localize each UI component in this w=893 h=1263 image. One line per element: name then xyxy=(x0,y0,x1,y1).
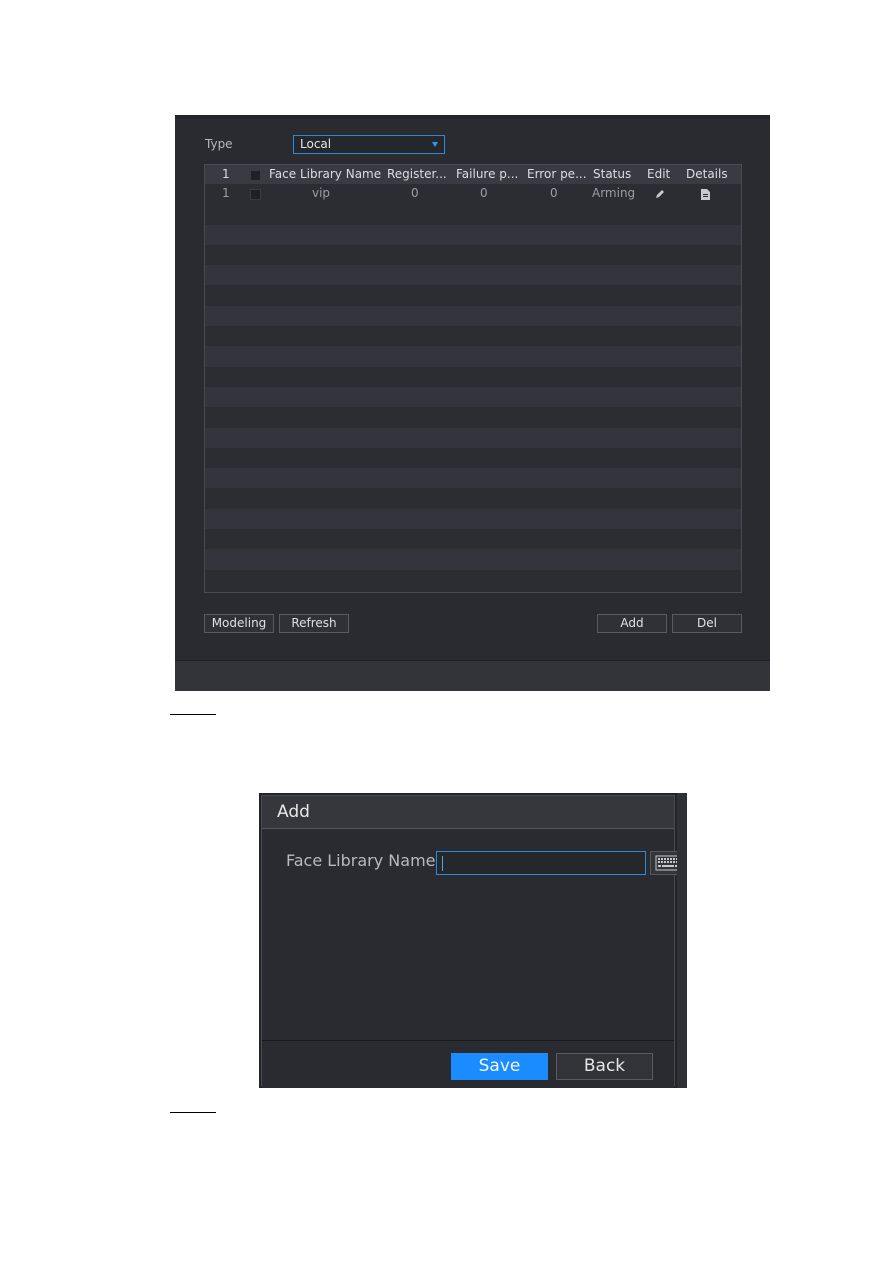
step-underline xyxy=(170,1112,216,1113)
add-dialog: Add Face Library Name Save Back xyxy=(259,793,687,1088)
row-failure: 0 xyxy=(480,186,488,200)
table-row-empty xyxy=(205,570,741,590)
header-status[interactable]: Status xyxy=(593,165,631,184)
table-row[interactable]: 1 vip 0 0 0 Arming xyxy=(205,184,741,204)
table-row-empty xyxy=(205,427,741,448)
select-all-checkbox[interactable] xyxy=(250,170,261,181)
row-error: 0 xyxy=(550,186,558,200)
modeling-button[interactable]: Modeling xyxy=(204,614,274,633)
face-library-name-input[interactable] xyxy=(436,851,646,875)
panel-footer-bar xyxy=(175,660,770,691)
header-details: Details xyxy=(686,167,728,181)
table-row-empty xyxy=(205,549,741,570)
table-row-empty xyxy=(205,448,741,468)
table-row-empty xyxy=(205,204,741,224)
panel-top-strip xyxy=(175,115,770,119)
face-library-panel: Type Local 1 Face Library Name Register.… xyxy=(175,115,770,691)
dialog-footer: Save Back xyxy=(262,1040,674,1088)
refresh-button[interactable]: Refresh xyxy=(279,614,349,633)
header-index: 1 xyxy=(222,167,230,181)
step-underline xyxy=(170,714,216,715)
table-row-empty xyxy=(205,245,741,265)
text-cursor xyxy=(442,856,443,871)
header-edit: Edit xyxy=(647,167,671,181)
table-row-empty xyxy=(205,386,741,408)
table-row-empty xyxy=(205,285,741,305)
type-select-value: Local xyxy=(300,137,332,151)
row-status: Arming xyxy=(592,186,636,200)
dialog-title: Add xyxy=(277,802,310,822)
table-row-empty xyxy=(205,468,741,489)
dialog-frame: Add Face Library Name Save Back xyxy=(261,795,686,1088)
table-row-empty xyxy=(205,305,741,327)
row-checkbox[interactable] xyxy=(250,189,261,200)
dialog-side-scrollbar xyxy=(677,793,687,1088)
delete-button[interactable]: Del xyxy=(672,614,742,633)
table-row-empty xyxy=(205,346,741,367)
chevron-down-icon xyxy=(432,142,438,147)
table-row-empty xyxy=(205,508,741,530)
dialog-title-bar: Add xyxy=(262,796,674,829)
table-body: 1 vip 0 0 0 Arming xyxy=(205,184,741,590)
table-row-empty xyxy=(205,265,741,286)
row-index: 1 xyxy=(222,186,230,200)
type-select[interactable]: Local xyxy=(293,135,445,154)
row-registered: 0 xyxy=(411,186,419,200)
type-label: Type xyxy=(205,137,233,151)
face-library-table: 1 Face Library Name Register... Failure … xyxy=(204,164,742,593)
table-row-empty xyxy=(205,326,741,346)
table-row-empty xyxy=(205,224,741,245)
row-name: vip xyxy=(312,186,331,200)
add-button[interactable]: Add xyxy=(597,614,667,633)
header-name[interactable]: Face Library Name xyxy=(269,165,381,184)
table-row-empty xyxy=(205,488,741,508)
table-row-empty xyxy=(205,367,741,387)
save-button[interactable]: Save xyxy=(451,1053,548,1080)
table-row-empty xyxy=(205,407,741,427)
table-row-empty xyxy=(205,529,741,549)
header-error[interactable]: Error pe... xyxy=(527,165,587,184)
back-button[interactable]: Back xyxy=(556,1053,653,1080)
header-failure[interactable]: Failure p... xyxy=(456,165,518,184)
table-header: 1 Face Library Name Register... Failure … xyxy=(205,165,741,184)
header-registered[interactable]: Register... xyxy=(387,165,447,184)
face-library-name-label: Face Library Name xyxy=(286,851,436,870)
